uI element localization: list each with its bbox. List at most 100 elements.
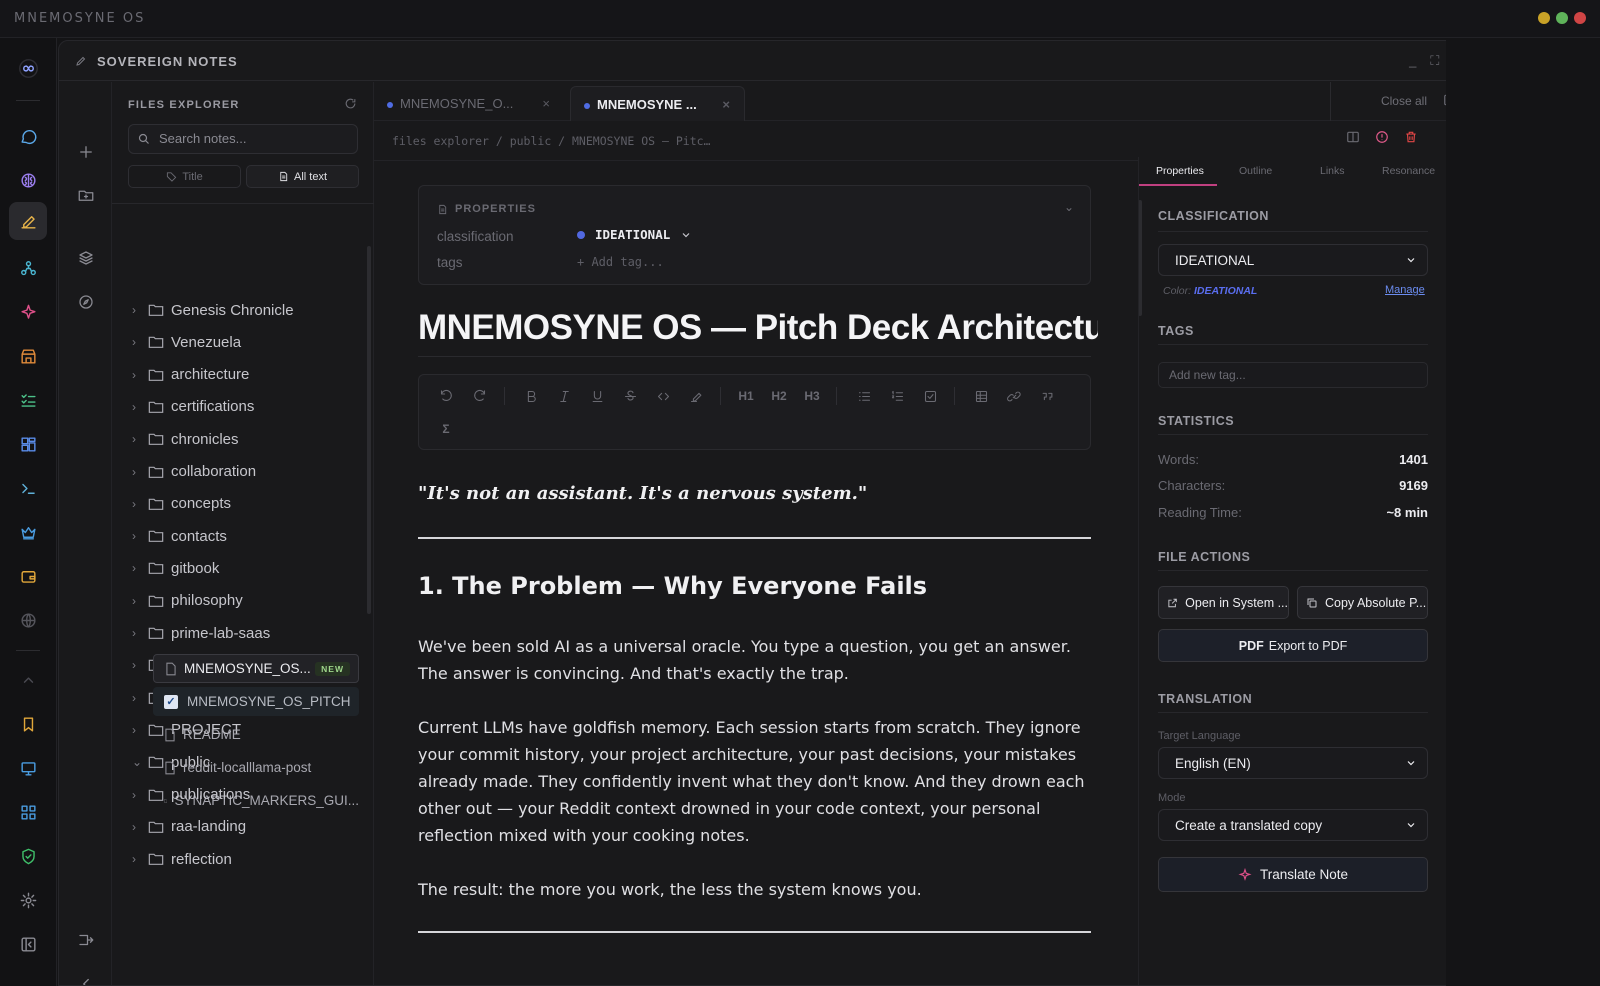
compass-icon[interactable]: [73, 289, 99, 315]
collapse-left-chevron-icon[interactable]: [73, 971, 99, 985]
refresh-icon[interactable]: [344, 97, 357, 110]
monitor-icon[interactable]: [12, 752, 44, 784]
chevron-right-icon[interactable]: ›: [132, 723, 148, 737]
store-icon[interactable]: [12, 340, 44, 372]
strikethrough-icon[interactable]: [619, 385, 641, 407]
dashboard-grid-icon[interactable]: [12, 428, 44, 460]
folder-item[interactable]: › Genesis Chronicle: [132, 297, 294, 323]
link-icon[interactable]: [1003, 385, 1025, 407]
maximize-button[interactable]: ⛶: [1430, 53, 1439, 69]
chevron-right-icon[interactable]: ›: [132, 368, 148, 382]
chevron-down-icon[interactable]: ⌄: [132, 755, 148, 769]
notes-pen-icon[interactable]: [9, 202, 47, 240]
chevron-right-icon[interactable]: ›: [132, 335, 148, 349]
task-list-icon[interactable]: [12, 384, 44, 416]
chevron-right-icon[interactable]: ›: [132, 561, 148, 575]
chevron-right-icon[interactable]: ›: [132, 820, 148, 834]
chevron-right-icon[interactable]: ›: [132, 658, 148, 672]
numbered-list-icon[interactable]: [886, 385, 908, 407]
info-alert-icon[interactable]: [1375, 130, 1389, 144]
close-all-button[interactable]: Close all: [1381, 94, 1427, 108]
mode-select[interactable]: Create a translated copy: [1158, 809, 1428, 841]
heading-3-button[interactable]: H3: [801, 385, 823, 407]
properties-header[interactable]: PROPERTIES: [437, 203, 536, 215]
layers-icon[interactable]: [73, 245, 99, 271]
close-dot[interactable]: [1574, 12, 1586, 24]
maximize-dot[interactable]: [1556, 12, 1568, 24]
highlight-icon[interactable]: [685, 385, 707, 407]
underline-icon[interactable]: [586, 385, 608, 407]
add-tag-link[interactable]: + Add tag...: [577, 255, 664, 269]
manage-link[interactable]: Manage: [1385, 284, 1425, 296]
bookmark-icon[interactable]: [12, 708, 44, 740]
chevron-right-icon[interactable]: ›: [132, 529, 148, 543]
folder-item[interactable]: › prime-lab-saas: [132, 620, 270, 646]
folder-item[interactable]: › reflection: [132, 846, 232, 872]
globe-icon[interactable]: [12, 604, 44, 636]
infinity-logo-icon[interactable]: [12, 52, 44, 84]
checkbox-checked-icon[interactable]: ✓: [164, 694, 178, 709]
brain-icon[interactable]: [12, 164, 44, 196]
folder-item[interactable]: › raa-landing: [132, 814, 246, 840]
tab-mnemosyne-1[interactable]: MNEMOSYNE_O... ×: [374, 86, 564, 121]
heading-1-button[interactable]: H1: [735, 385, 757, 407]
filter-all-text-button[interactable]: All text: [246, 165, 359, 188]
open-in-system-button[interactable]: Open in System ...: [1158, 586, 1289, 619]
search-input[interactable]: [159, 131, 349, 146]
checklist-icon[interactable]: [919, 385, 941, 407]
sidebar-collapse-icon[interactable]: [12, 928, 44, 960]
chevron-right-icon[interactable]: ›: [132, 626, 148, 640]
chevron-right-icon[interactable]: ›: [132, 497, 148, 511]
search-box[interactable]: [128, 124, 358, 154]
apps-grid-icon[interactable]: [12, 796, 44, 828]
chevron-right-icon[interactable]: ›: [132, 432, 148, 446]
chevron-right-icon[interactable]: ›: [132, 788, 148, 802]
tab-mnemosyne-2-active[interactable]: MNEMOSYNE ... ×: [570, 86, 745, 121]
tab-close-icon[interactable]: ×: [542, 96, 550, 111]
folder-item[interactable]: › collaboration: [132, 459, 256, 485]
folder-item[interactable]: › contacts: [132, 523, 227, 549]
tag-input-box[interactable]: [1158, 362, 1428, 388]
chat-icon[interactable]: [12, 120, 44, 152]
chevron-right-icon[interactable]: ›: [132, 303, 148, 317]
file-item[interactable]: ✓ MNEMOSYNE_OS_PITCH: [153, 687, 359, 716]
split-view-icon[interactable]: [1346, 130, 1360, 144]
bullet-list-icon[interactable]: [853, 385, 875, 407]
redo-icon[interactable]: [468, 385, 490, 407]
folder-item[interactable]: › philosophy: [132, 588, 243, 614]
math-sigma-button[interactable]: Σ: [435, 418, 457, 440]
classification-dropdown[interactable]: IDEATIONAL: [1158, 244, 1428, 276]
terminal-icon[interactable]: [12, 472, 44, 504]
chevron-right-icon[interactable]: ›: [132, 465, 148, 479]
graph-network-icon[interactable]: [12, 252, 44, 284]
chevron-right-icon[interactable]: ›: [132, 691, 148, 705]
folder-item[interactable]: › certifications: [132, 394, 254, 420]
add-tag-input[interactable]: [1169, 368, 1419, 382]
undo-icon[interactable]: [435, 385, 457, 407]
italic-icon[interactable]: [553, 385, 575, 407]
translate-note-button[interactable]: Translate Note: [1158, 857, 1428, 892]
settings-gear-icon[interactable]: [12, 884, 44, 916]
wallet-icon[interactable]: [12, 560, 44, 592]
chevron-down-icon[interactable]: ⌄: [1064, 200, 1074, 214]
chevron-up-icon[interactable]: [12, 664, 44, 696]
export-pdf-button[interactable]: PDF Export to PDF: [1158, 629, 1428, 662]
quote-icon[interactable]: [1036, 385, 1058, 407]
file-item[interactable]: reddit-localllama-post: [153, 753, 359, 782]
tab-links[interactable]: Links: [1320, 165, 1345, 177]
folder-item[interactable]: › gitbook: [132, 555, 219, 581]
tab-outline[interactable]: Outline: [1239, 165, 1272, 177]
folder-item[interactable]: › publications: [132, 782, 250, 808]
file-item[interactable]: MNEMOSYNE_OS... NEW: [153, 654, 359, 683]
new-folder-icon[interactable]: [73, 182, 99, 208]
crown-icon[interactable]: [12, 516, 44, 548]
note-title[interactable]: MNEMOSYNE OS — Pitch Deck Architecture: [418, 308, 1098, 348]
table-icon[interactable]: [970, 385, 992, 407]
chevron-right-icon[interactable]: ›: [132, 594, 148, 608]
file-item[interactable]: README: [153, 720, 359, 749]
sparkle-icon[interactable]: [12, 296, 44, 328]
filter-title-button[interactable]: Title: [128, 165, 241, 188]
minimize-button[interactable]: _: [1409, 53, 1416, 69]
folder-item[interactable]: › architecture: [132, 362, 249, 388]
heading-2-button[interactable]: H2: [768, 385, 790, 407]
